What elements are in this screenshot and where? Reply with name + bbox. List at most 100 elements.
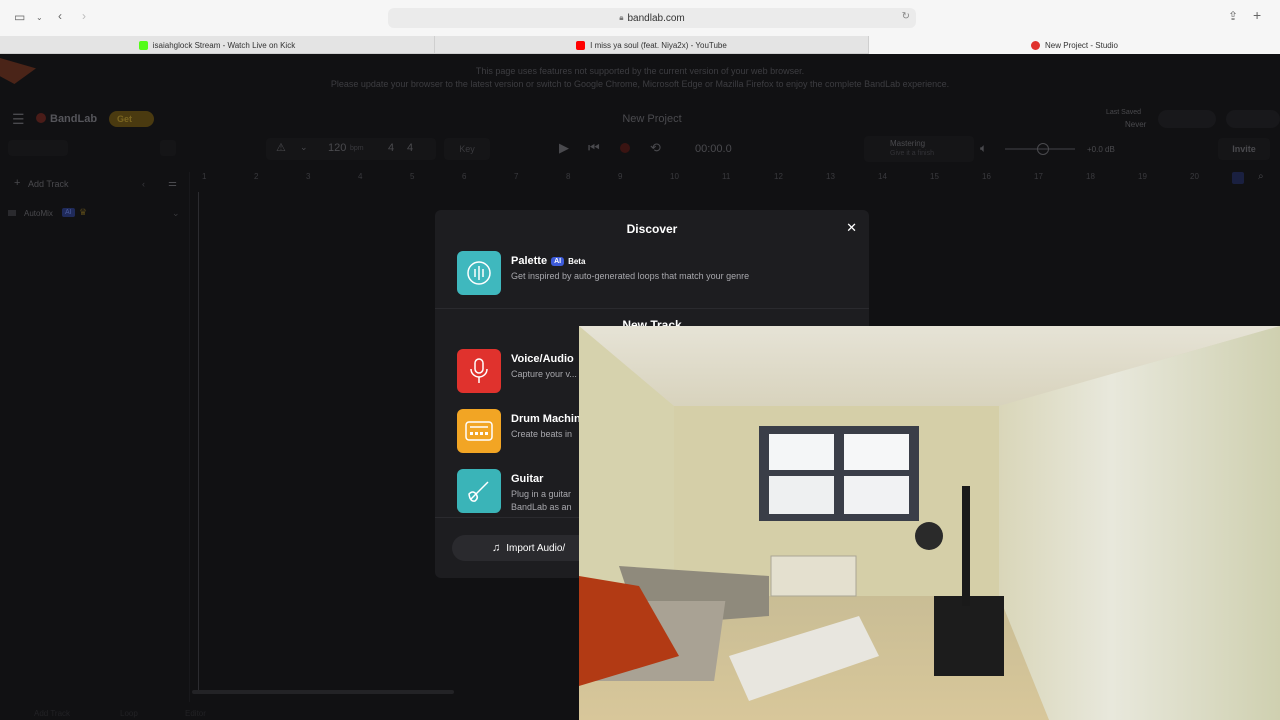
- ruler-label: 1: [202, 172, 207, 181]
- horizontal-scrollbar[interactable]: [192, 690, 454, 694]
- modal-title: Discover: [626, 222, 678, 236]
- tool-button[interactable]: [160, 140, 176, 156]
- lock-icon: 🔒︎: [619, 13, 624, 22]
- plus-icon: +: [14, 177, 21, 189]
- room-photo-overlay: [579, 326, 1280, 720]
- zoom-icon[interactable]: ⌕: [1258, 171, 1264, 182]
- save-button[interactable]: [1158, 110, 1216, 128]
- mastering-label: Mastering: [890, 139, 926, 148]
- play-icon[interactable]: ▶: [559, 140, 569, 156]
- time-display: 00:00.0: [695, 143, 732, 155]
- beta-badge: Beta: [568, 256, 586, 266]
- ruler-label: 2: [254, 172, 259, 181]
- tab-youtube[interactable]: I miss ya soul (feat. Niya2x) - YouTube: [435, 36, 869, 54]
- record-icon[interactable]: [620, 143, 630, 153]
- tab-label: New Project - Studio: [1045, 40, 1118, 50]
- item-desc: Plug in a guitar BandLab as an: [511, 489, 572, 512]
- time-sig-top[interactable]: 4: [388, 142, 394, 154]
- ruler-label: 3: [306, 172, 311, 181]
- browser-warning-detail: Please update your browser to the latest…: [330, 79, 950, 89]
- chevron-down-icon[interactable]: ⌄: [172, 208, 180, 219]
- bandlab-favicon-icon: [1031, 40, 1041, 50]
- browser-toolbar: ▭ ⌄ ‹ › 🔒︎ bandlab.com ↻ ⇪ +: [0, 0, 1280, 36]
- ruler-label: 18: [1086, 172, 1095, 181]
- chevron-down-icon[interactable]: ⌄: [300, 142, 308, 153]
- palette-title: Palette AI Beta: [511, 255, 585, 267]
- last-saved-label: Last Saved: [1106, 109, 1142, 116]
- ruler-label: 4: [358, 172, 363, 181]
- playhead[interactable]: [198, 192, 199, 692]
- key-selector[interactable]: Key: [444, 138, 490, 160]
- youtube-favicon-icon: [576, 40, 586, 50]
- ai-badge: AI: [551, 256, 565, 266]
- timeline-ruler[interactable]: 1 2 3 4 5 6 7 8 9 10 11 12 13 14 15 16 1…: [196, 171, 1280, 184]
- undo-redo-group[interactable]: [8, 140, 68, 156]
- automix-icon: [8, 210, 16, 216]
- bottom-bar: Add Track Loop Editor: [0, 705, 579, 720]
- loop-icon[interactable]: ⟲: [650, 140, 661, 156]
- tab-studio[interactable]: New Project - Studio: [869, 36, 1280, 54]
- ruler-label: 15: [930, 172, 939, 181]
- ruler-label: 7: [514, 172, 519, 181]
- new-tab-icon[interactable]: +: [1253, 8, 1261, 22]
- ruler-label: 12: [774, 172, 783, 181]
- skip-back-icon[interactable]: ⏮: [588, 140, 600, 156]
- time-sig-bottom[interactable]: 4: [407, 142, 413, 154]
- waveform-icon: [457, 251, 501, 295]
- tab-kick[interactable]: isaiahglock Stream - Watch Live on Kick: [0, 36, 435, 54]
- last-saved-value: Never: [1125, 120, 1147, 129]
- close-icon[interactable]: ✕: [846, 220, 857, 236]
- share-icon[interactable]: ⇪: [1228, 10, 1238, 22]
- grid-toggle-icon[interactable]: [1232, 172, 1244, 184]
- publish-button[interactable]: [1226, 110, 1280, 128]
- room-photo: [579, 326, 1280, 720]
- palette-title-text: Palette: [511, 255, 548, 267]
- track-panel: + Add Track ‹ ⚌ AutoMix AI ♛ ⌄: [0, 172, 190, 702]
- ruler-label: 6: [462, 172, 467, 181]
- automix-ai-badge: AI: [62, 208, 75, 217]
- tempo-value[interactable]: 120: [328, 142, 346, 154]
- collapse-icon[interactable]: ‹: [142, 179, 145, 189]
- forward-icon[interactable]: ›: [82, 10, 86, 22]
- item-title: Voice/Audio: [511, 353, 574, 365]
- tab-bar: isaiahglock Stream - Watch Live on Kick …: [0, 36, 1280, 54]
- ruler-label: 9: [618, 172, 623, 181]
- ruler-label: 16: [982, 172, 991, 181]
- guitar-icon: [457, 469, 501, 513]
- chevron-down-icon[interactable]: ⌄: [36, 12, 43, 24]
- browser-warning: This page uses features not supported by…: [475, 66, 805, 76]
- ruler-label: 5: [410, 172, 415, 181]
- volume-value: +0.0 dB: [1087, 145, 1115, 154]
- address-bar[interactable]: 🔒︎ bandlab.com ↻: [388, 8, 916, 28]
- item-title: Drum Machin: [511, 413, 581, 425]
- bottom-add-track[interactable]: Add Track: [34, 709, 70, 718]
- volume-knob[interactable]: [1037, 143, 1049, 155]
- metronome-icon[interactable]: ⚠: [276, 141, 286, 154]
- divider: [435, 308, 869, 309]
- ruler-label: 10: [670, 172, 679, 181]
- ruler-label: 8: [566, 172, 571, 181]
- studio-header: ☰ BandLab Get New Project Last Saved Nev…: [0, 105, 1280, 135]
- invite-button[interactable]: Invite: [1218, 138, 1270, 160]
- ruler-label: 13: [826, 172, 835, 181]
- import-label: Import Audio/: [506, 542, 566, 554]
- bottom-loop[interactable]: Loop: [120, 709, 138, 718]
- tab-label: isaiahglock Stream - Watch Live on Kick: [152, 40, 296, 50]
- add-track-button[interactable]: Add Track: [28, 179, 69, 189]
- music-note-icon: ♫: [492, 542, 501, 554]
- automix-label[interactable]: AutoMix: [24, 209, 53, 218]
- sidebar-toggle-icon[interactable]: ▭: [14, 11, 25, 23]
- palette-item[interactable]: Palette AI Beta Get inspired by auto-gener…: [457, 251, 857, 297]
- microphone-icon: [457, 349, 501, 393]
- reload-icon[interactable]: ↻: [902, 11, 910, 22]
- filter-icon[interactable]: ⚌: [168, 178, 177, 189]
- ruler-label: 14: [878, 172, 887, 181]
- transport-bar: ⚠ ⌄ 120 bpm 4 4 Key ▶ ⏮ ⟲ 00:00.0 Master…: [0, 136, 1280, 162]
- speaker-icon[interactable]: 🔈︎: [980, 141, 987, 156]
- back-icon[interactable]: ‹: [58, 10, 62, 22]
- kick-favicon-icon: [138, 40, 148, 50]
- drum-machine-icon: [457, 409, 501, 453]
- project-title[interactable]: New Project: [0, 113, 1280, 125]
- item-title: Guitar: [511, 473, 544, 485]
- bottom-editor[interactable]: Editor: [185, 709, 206, 718]
